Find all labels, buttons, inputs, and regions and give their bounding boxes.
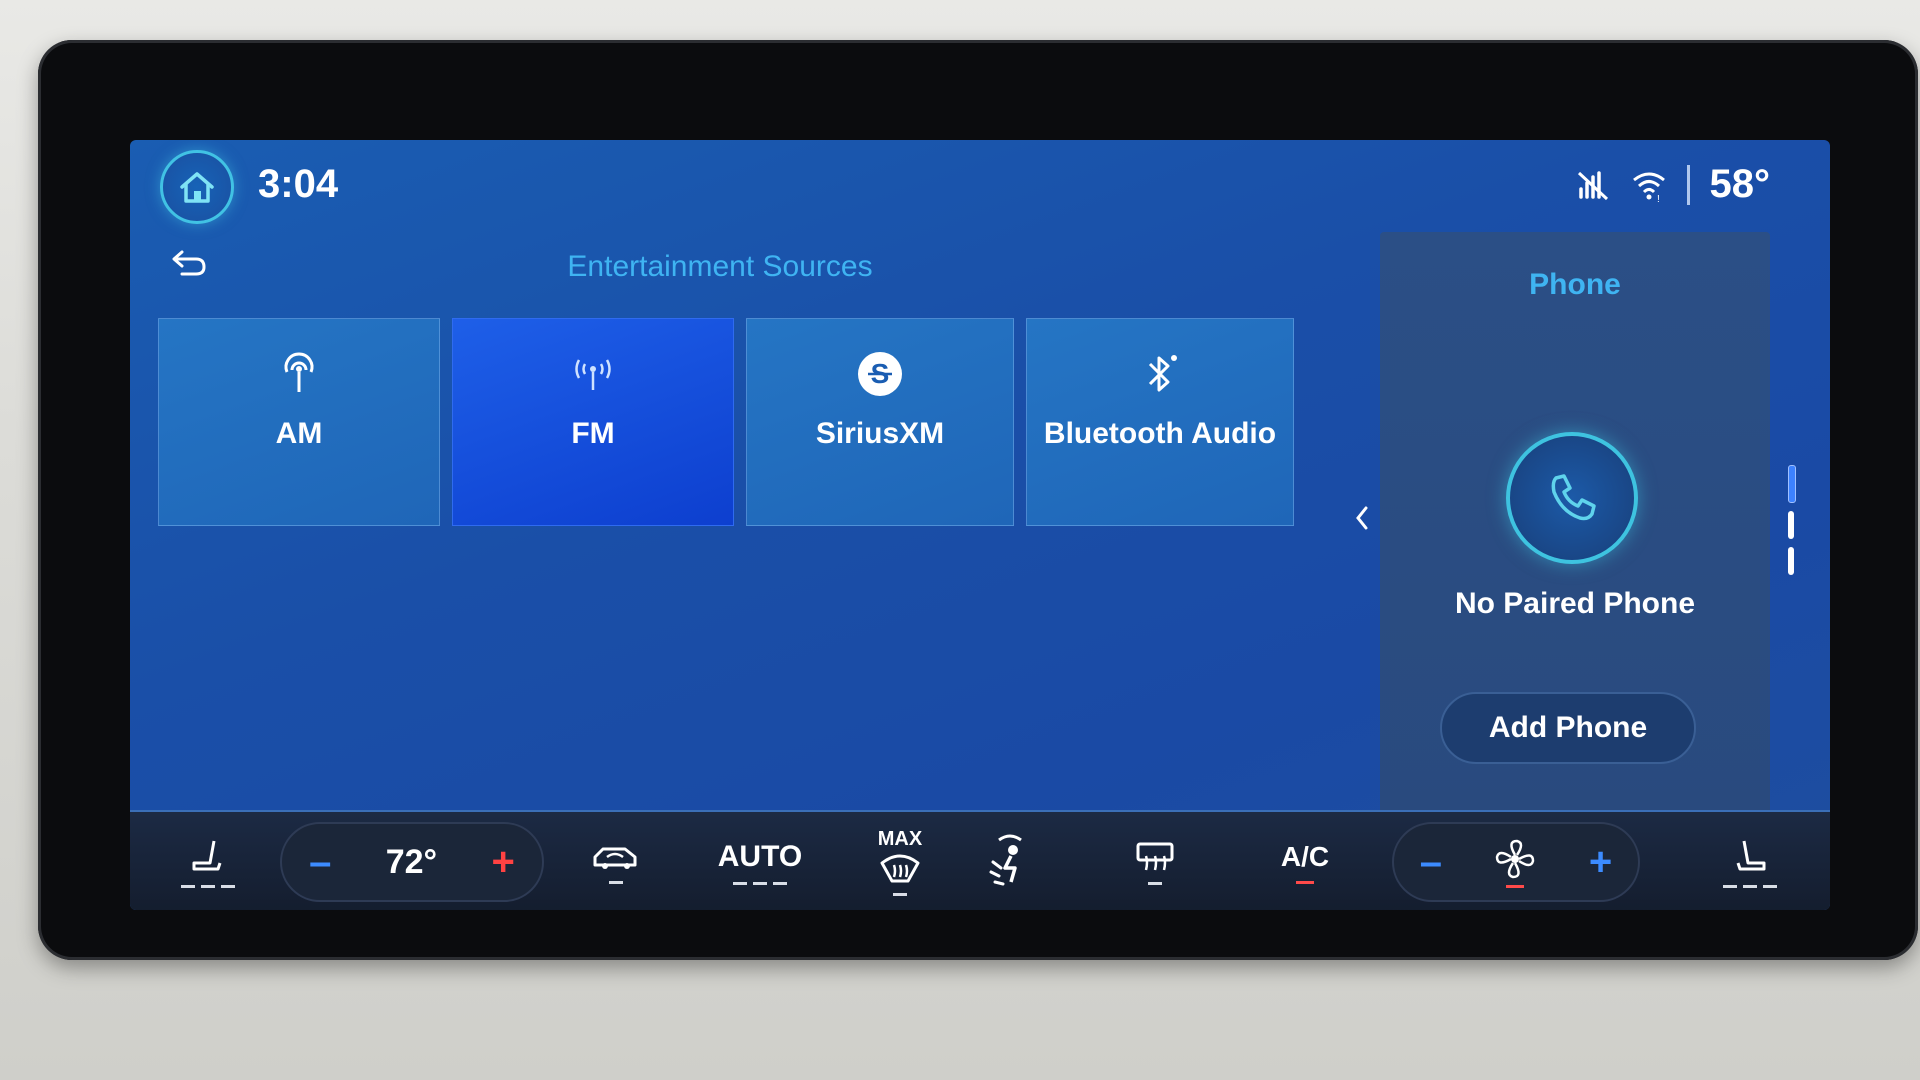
bluetooth-icon — [1148, 355, 1177, 392]
max-defrost-button[interactable]: MAX — [850, 812, 950, 910]
home-button[interactable] — [160, 150, 234, 224]
source-label: SiriusXM — [815, 417, 945, 450]
add-phone-button[interactable]: Add Phone — [1440, 692, 1696, 764]
status-divider — [1686, 164, 1690, 205]
phone-call-button[interactable] — [1506, 432, 1638, 564]
siriusxm-icon: S — [858, 352, 902, 396]
source-tile-siriusxm[interactable]: S SiriusXM — [746, 318, 1014, 526]
chevron-left-icon — [1356, 506, 1368, 530]
collapse-panel-chevron[interactable] — [1355, 505, 1369, 539]
wifi-icon: ! — [1632, 172, 1665, 202]
page-dot — [1788, 547, 1794, 575]
source-tile-am[interactable]: AM — [158, 318, 440, 526]
clock: 3:04 — [258, 162, 339, 206]
driver-temp-increase[interactable]: + — [491, 840, 514, 885]
recirculation-button[interactable] — [566, 812, 666, 910]
driver-seat-icon — [192, 840, 222, 870]
fan-speed-control: – + — [1392, 822, 1640, 902]
driver-temp-value: 72° — [385, 842, 438, 881]
entertainment-source-list: AM FM S SiriusXM Bluetooth Audio — [158, 318, 1294, 526]
am-antenna-icon — [284, 352, 314, 392]
max-defrost-icon — [880, 854, 920, 883]
auto-label: AUTO — [717, 839, 803, 873]
auto-climate-button[interactable]: AUTO — [690, 812, 830, 910]
climate-menu-button[interactable] — [945, 812, 1075, 910]
fm-antenna-icon — [575, 359, 611, 390]
climate-person-airflow-icon — [989, 834, 1022, 886]
phone-title: Phone — [1529, 268, 1621, 301]
back-button[interactable] — [170, 248, 210, 283]
home-icon — [180, 172, 214, 203]
page-dot — [1788, 511, 1794, 539]
fan-speed-increase[interactable]: + — [1589, 840, 1612, 885]
source-tile-bluetooth-audio[interactable]: Bluetooth Audio — [1026, 318, 1294, 526]
phone-handset-icon — [1551, 474, 1596, 521]
phone-status: No Paired Phone — [1454, 587, 1696, 620]
climate-bar: – 72° + AUTO MAX A/C – + — [130, 810, 1830, 910]
no-signal-icon — [1577, 170, 1608, 200]
ac-label: A/C — [1280, 840, 1330, 872]
entertainment-sources-title: Entertainment Sources — [567, 250, 873, 283]
source-label: AM — [275, 417, 323, 450]
source-tile-fm[interactable]: FM — [452, 318, 734, 526]
passenger-heated-seat-button[interactable] — [1700, 812, 1800, 910]
outside-temperature: 58° — [1709, 162, 1771, 206]
fan-speed-indicator — [1493, 837, 1537, 888]
status-icons: ! 58° — [1575, 162, 1771, 207]
rear-defrost-icon — [1136, 842, 1174, 870]
driver-temp-decrease[interactable]: – — [309, 840, 331, 885]
source-label: Bluetooth Audio — [1043, 417, 1277, 450]
rear-defrost-button[interactable] — [1105, 812, 1205, 910]
passenger-seat-icon — [1736, 840, 1766, 870]
source-label: FM — [571, 417, 615, 450]
svg-text:!: ! — [1657, 194, 1660, 202]
driver-temp-control: – 72° + — [280, 822, 544, 902]
ac-button[interactable]: A/C — [1255, 812, 1355, 910]
max-label: MAX — [877, 828, 923, 850]
fan-speed-decrease[interactable]: – — [1420, 840, 1442, 885]
back-arrow-icon — [172, 250, 206, 276]
phone-panel: Phone No Paired Phone Add Phone — [1380, 232, 1770, 832]
page-dot-active — [1788, 465, 1796, 503]
page-indicator[interactable] — [1788, 465, 1796, 575]
driver-heated-seat-button[interactable] — [158, 812, 258, 910]
recirculation-car-icon — [593, 847, 637, 869]
fan-icon — [1496, 839, 1535, 878]
infotainment-screen: 3:04 ! 58° Entertainment Sources AM FM S… — [130, 140, 1830, 910]
